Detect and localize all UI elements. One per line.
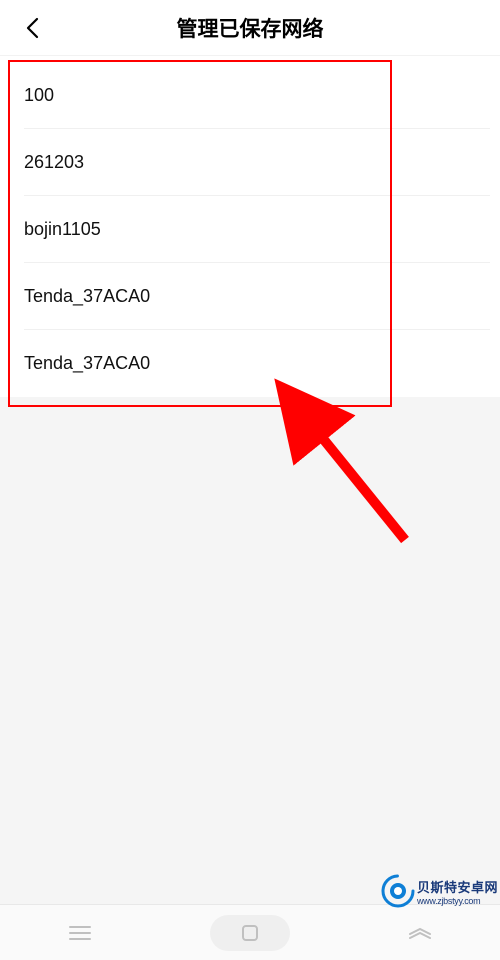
- chevron-icon: [406, 926, 434, 940]
- network-name: 100: [24, 85, 54, 106]
- network-item[interactable]: Tenda_37ACA0: [0, 263, 500, 330]
- network-item[interactable]: Tenda_37ACA0: [0, 330, 500, 397]
- nav-back-button[interactable]: [390, 915, 450, 951]
- network-list: 100 261203 bojin1105 Tenda_37ACA0 Tenda_…: [0, 62, 500, 397]
- network-name: Tenda_37ACA0: [24, 286, 150, 307]
- nav-home-button[interactable]: [210, 915, 290, 951]
- back-icon: [25, 17, 39, 39]
- back-button[interactable]: [18, 14, 46, 42]
- watermark-url: www.zjbstyy.com: [417, 896, 498, 906]
- network-name: Tenda_37ACA0: [24, 353, 150, 374]
- watermark-text: 贝斯特安卓网 www.zjbstyy.com: [417, 877, 498, 906]
- network-name: bojin1105: [24, 219, 101, 240]
- watermark-logo-icon: [381, 874, 415, 908]
- nav-menu-button[interactable]: [50, 915, 110, 951]
- network-name: 261203: [24, 152, 84, 173]
- network-list-container: 100 261203 bojin1105 Tenda_37ACA0 Tenda_…: [0, 56, 500, 397]
- network-item[interactable]: bojin1105: [0, 196, 500, 263]
- page-title: 管理已保存网络: [0, 13, 500, 43]
- system-navbar: [0, 904, 500, 960]
- watermark-title: 贝斯特安卓网: [417, 877, 498, 896]
- network-item[interactable]: 100: [0, 62, 500, 129]
- menu-icon: [69, 925, 91, 941]
- network-item[interactable]: 261203: [0, 129, 500, 196]
- square-icon: [241, 924, 259, 942]
- header: 管理已保存网络: [0, 0, 500, 56]
- watermark: 贝斯特安卓网 www.zjbstyy.com: [381, 874, 498, 908]
